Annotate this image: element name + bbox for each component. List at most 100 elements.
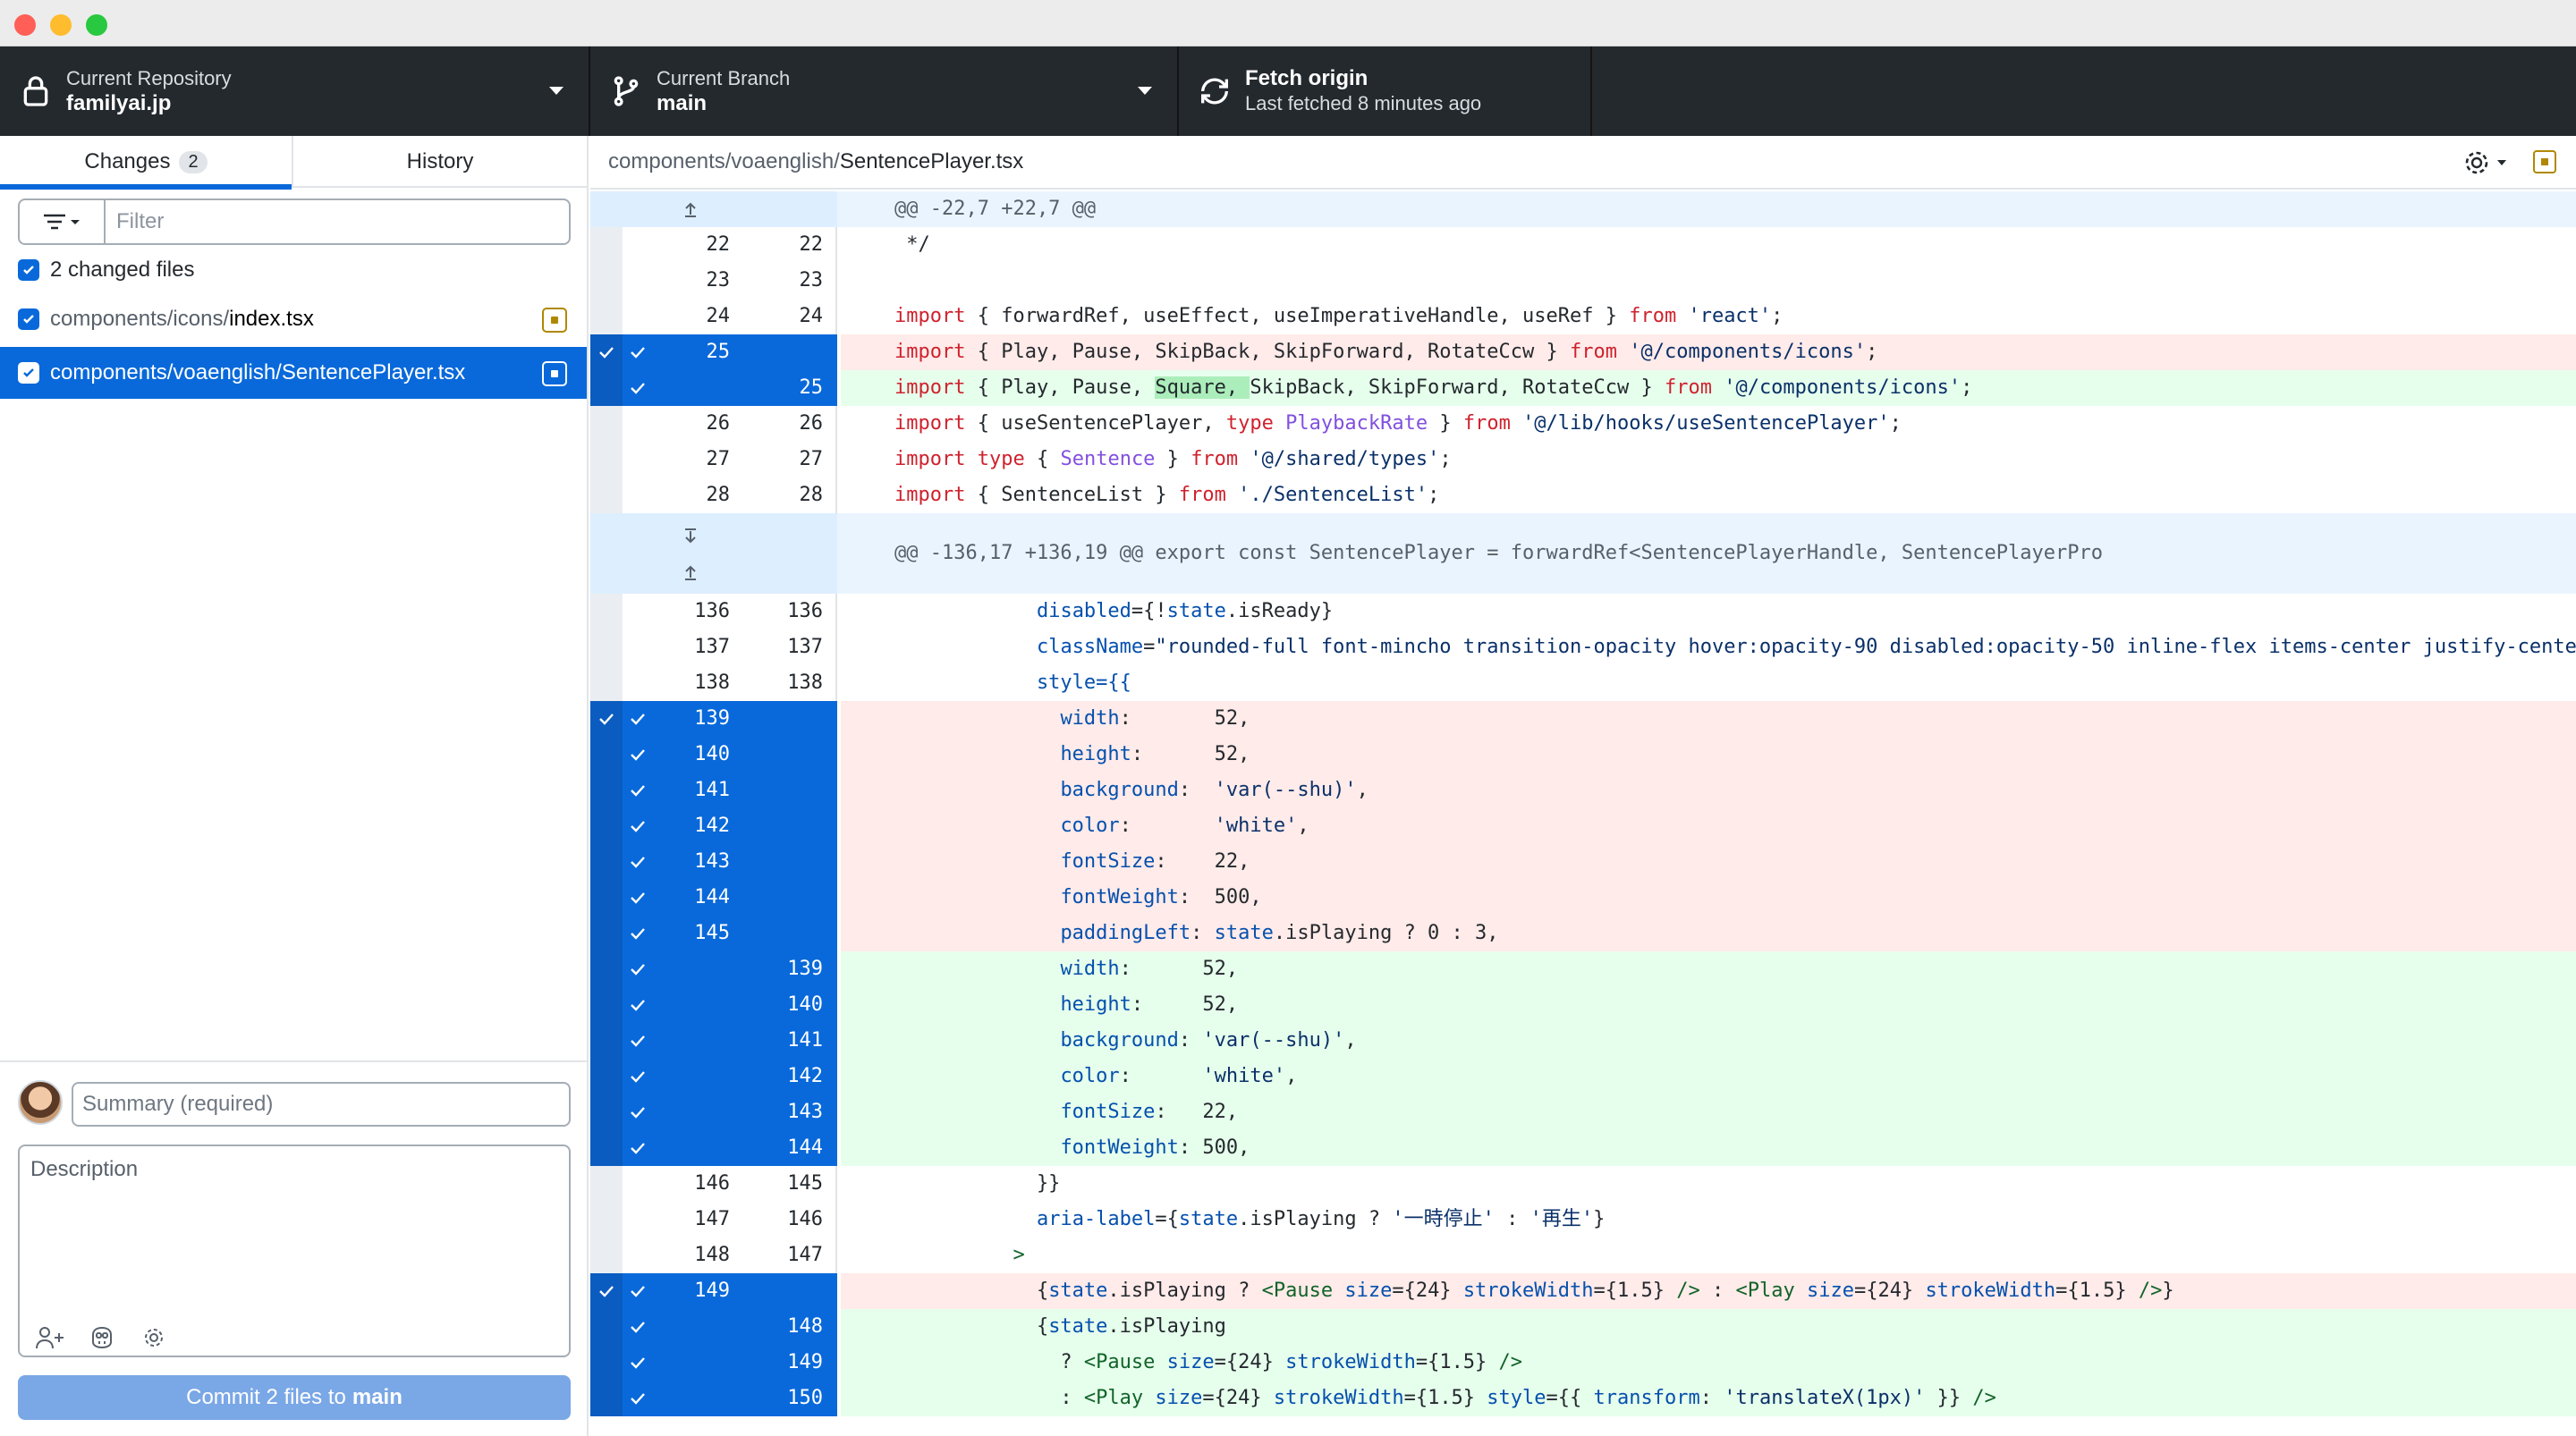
diff-line-deleted[interactable]: 140− height: 52,: [590, 737, 2576, 773]
diff-panel: components/voaenglish/SentencePlayer.tsx…: [590, 136, 2576, 1436]
diff-line-deleted[interactable]: 143− fontSize: 22,: [590, 844, 2576, 880]
check-icon: [631, 857, 645, 868]
diff-line-deleted[interactable]: 145− paddingLeft: state.isPlaying ? 0 : …: [590, 916, 2576, 951]
fetch-origin-button[interactable]: Fetch origin Last fetched 8 minutes ago: [1179, 46, 1592, 136]
expand-up-icon[interactable]: [680, 199, 701, 220]
old-line-number: 22: [623, 227, 751, 263]
old-line-number: 144: [623, 880, 751, 916]
commit-button-label: Commit 2 files to: [186, 1385, 346, 1409]
modified-icon: [542, 308, 567, 333]
check-icon: [631, 1322, 645, 1333]
new-line-number: 25: [751, 370, 837, 406]
zoom-window-button[interactable]: [86, 14, 107, 36]
code-text: import type { Sentence } from '@/shared/…: [894, 448, 1452, 470]
diff-line-added[interactable]: 148+ {state.isPlaying: [590, 1309, 2576, 1345]
diff-line-added[interactable]: 139+ width: 52,: [590, 951, 2576, 987]
diff-line[interactable]: 27 27 import type { Sentence } from '@/sha…: [590, 442, 2576, 477]
old-line-number: 23: [623, 263, 751, 299]
diff-line-added[interactable]: 150+ : <Play size={24} strokeWidth={1.5}…: [590, 1381, 2576, 1416]
code-text: className="rounded-full font-mincho tran…: [1036, 636, 2576, 658]
check-icon: [631, 1107, 645, 1119]
description-input[interactable]: [20, 1146, 569, 1298]
check-icon: [631, 964, 645, 976]
file-viewed-icon[interactable]: [2533, 150, 2556, 173]
select-all-checkbox[interactable]: [18, 259, 39, 281]
new-line-number: 136: [751, 594, 837, 629]
file-list-item-selected[interactable]: components/voaenglish/SentencePlayer.tsx: [0, 347, 587, 399]
expand-down-icon[interactable]: [680, 526, 701, 547]
hunk-header-text: @@ -22,7 +22,7 @@: [841, 191, 2576, 227]
diff-line-added[interactable]: 25+import { Play, Pause, Square, SkipBac…: [590, 370, 2576, 406]
diff-line-added[interactable]: 144+ fontWeight: 500,: [590, 1130, 2576, 1166]
settings-gear-icon[interactable]: [138, 1322, 170, 1354]
lock-icon: [23, 76, 48, 106]
new-line-number: 147: [751, 1237, 837, 1273]
toolbar: Current Repository familyai.jp Current B…: [0, 46, 2576, 136]
current-branch-button[interactable]: Current Branch main: [590, 46, 1179, 136]
new-line-number: 143: [751, 1094, 837, 1130]
diff-line-deleted[interactable]: 139− width: 52,: [590, 701, 2576, 737]
diff-line[interactable]: 23 23: [590, 263, 2576, 299]
old-line-number: 26: [623, 406, 751, 442]
tab-history[interactable]: History: [293, 136, 587, 188]
diff-line-added[interactable]: 149+ ? <Pause size={24} strokeWidth={1.5…: [590, 1345, 2576, 1381]
new-line-number: 140: [751, 987, 837, 1023]
code-text: */: [894, 233, 930, 256]
new-line-number: [751, 334, 837, 370]
diff-line[interactable]: 26 26 import { useSentencePlayer, type Pla…: [590, 406, 2576, 442]
diff-line-deleted[interactable]: 149− {state.isPlaying ? <Pause size={24}…: [590, 1273, 2576, 1309]
diff-options-button[interactable]: [2462, 148, 2512, 178]
commit-button-branch: main: [352, 1385, 402, 1409]
diff-line[interactable]: 146 145 }}: [590, 1166, 2576, 1202]
copilot-icon[interactable]: [86, 1322, 118, 1354]
code-text: color: 'white',: [841, 1059, 2576, 1094]
filter-row: [18, 199, 571, 245]
diff-line-added[interactable]: 140+ height: 52,: [590, 987, 2576, 1023]
close-window-button[interactable]: [14, 14, 36, 36]
chevron-down-icon: [549, 87, 564, 95]
code-text: aria-label={state.isPlaying ? '一時停止' : '…: [1036, 1208, 1606, 1230]
tab-changes[interactable]: Changes 2: [0, 136, 293, 190]
expand-up-icon[interactable]: [680, 562, 701, 583]
current-repository-button[interactable]: Current Repository familyai.jp: [0, 46, 590, 136]
file-checkbox[interactable]: [18, 308, 39, 330]
diff-line[interactable]: 24 24 import { forwardRef, useEffect, useI…: [590, 299, 2576, 334]
file-path: components/icons/index.tsx: [50, 307, 314, 332]
diff-line-added[interactable]: 141+ background: 'var(--shu)',: [590, 1023, 2576, 1059]
diff-line-added[interactable]: 143+ fontSize: 22,: [590, 1094, 2576, 1130]
window-title-bar: [0, 0, 2576, 46]
new-line-number: 27: [751, 442, 837, 477]
diff-line[interactable]: 136 136 disabled={!state.isReady}: [590, 594, 2576, 629]
file-list-item[interactable]: components/icons/index.tsx: [0, 293, 587, 345]
branch-label: Current Branch: [657, 67, 791, 89]
minimize-window-button[interactable]: [50, 14, 72, 36]
diff-line-deleted[interactable]: 25−import { Play, Pause, SkipBack, SkipF…: [590, 334, 2576, 370]
check-icon: [631, 749, 645, 761]
diff-line-deleted[interactable]: 141− background: 'var(--shu)',: [590, 773, 2576, 808]
new-line-number: 146: [751, 1202, 837, 1237]
diff-line-added[interactable]: 142+ color: 'white',: [590, 1059, 2576, 1094]
diff-line[interactable]: 138 138 style={{: [590, 665, 2576, 701]
old-line-number: 147: [623, 1202, 751, 1237]
filter-input[interactable]: [106, 199, 571, 245]
file-checkbox[interactable]: [18, 362, 39, 384]
commit-button[interactable]: Commit 2 files to main: [18, 1375, 571, 1420]
select-all-files[interactable]: 2 changed files: [18, 254, 194, 286]
diff-line-deleted[interactable]: 142− color: 'white',: [590, 808, 2576, 844]
diff-line[interactable]: 22 22 */: [590, 227, 2576, 263]
diff-line-deleted[interactable]: 144− fontWeight: 500,: [590, 880, 2576, 916]
code-text: fontWeight: 500,: [841, 1130, 2576, 1166]
gear-icon: [2465, 151, 2506, 174]
diff-line[interactable]: 28 28 import { SentenceList } from './Sent…: [590, 477, 2576, 513]
repository-label: Current Repository: [66, 67, 232, 89]
description-box: [18, 1145, 571, 1357]
summary-input[interactable]: [72, 1082, 571, 1127]
file-dir: components/icons/: [50, 307, 230, 331]
branch-name: main: [657, 91, 708, 115]
file-name: SentencePlayer.tsx: [281, 360, 466, 384]
diff-line[interactable]: 147 146 aria-label={state.isPlaying ? '一時…: [590, 1202, 2576, 1237]
diff-line[interactable]: 148 147 >: [590, 1237, 2576, 1273]
add-coauthor-icon[interactable]: [34, 1322, 66, 1354]
filter-options-button[interactable]: [18, 199, 106, 245]
diff-line[interactable]: 137 137 className="rounded-full font-minc…: [590, 629, 2576, 665]
